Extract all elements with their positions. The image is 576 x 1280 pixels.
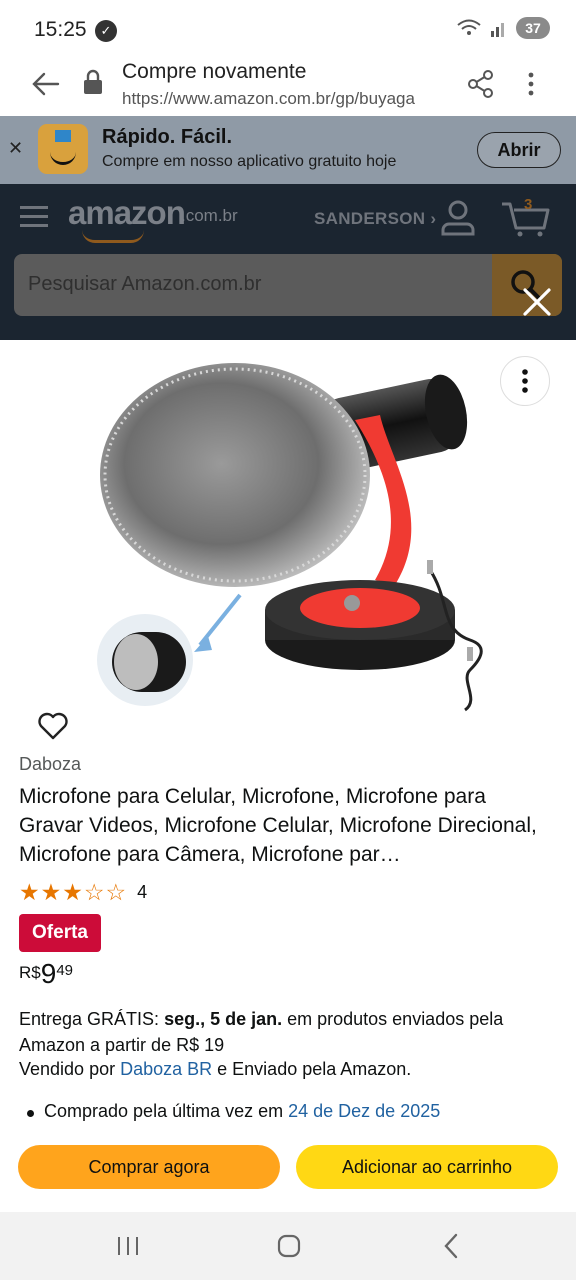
battery-indicator: 37: [516, 17, 550, 39]
product-rating[interactable]: ★★★☆☆ 4: [19, 879, 147, 906]
last-purchase-info: Comprado pela última vez em 24 de Dez de…: [26, 1101, 440, 1122]
wifi-icon: [457, 19, 481, 35]
amazon-logo[interactable]: amazon: [68, 194, 186, 232]
product-image[interactable]: [90, 360, 500, 720]
signal-icon: [491, 23, 504, 37]
sold-by-suffix: e Enviado pela Amazon.: [212, 1059, 412, 1079]
star-filled-icon: ★: [19, 879, 41, 905]
system-nav-bar: [0, 1212, 576, 1280]
notification-icon: ✓: [95, 20, 117, 42]
last-purchase-date-link[interactable]: 24 de Dez de 2025: [288, 1101, 440, 1121]
browser-toolbar: Compre novamente https://www.amazon.com.…: [0, 58, 576, 116]
logo-smile: [82, 230, 144, 243]
product-brand[interactable]: Daboza: [19, 754, 81, 775]
amazon-header: amazon .com.br SANDERSON › 3 Pesquisar A…: [0, 184, 576, 340]
close-overlay-icon[interactable]: [520, 285, 554, 319]
banner-close-icon[interactable]: ✕: [8, 138, 23, 159]
home-icon[interactable]: [277, 1234, 301, 1258]
rating-count: 4: [137, 882, 148, 902]
star-empty-icon: ☆: [105, 879, 128, 905]
recent-apps-icon[interactable]: [116, 1234, 140, 1258]
buy-now-button[interactable]: Comprar agora: [18, 1145, 280, 1189]
status-time: 15:25: [34, 18, 87, 41]
star-filled-icon: ★: [40, 879, 63, 905]
star-empty-icon: ☆: [83, 879, 106, 905]
price-fraction: 49: [56, 962, 73, 979]
hamburger-menu-icon[interactable]: [20, 204, 48, 230]
system-back-icon[interactable]: [441, 1232, 461, 1260]
back-arrow-icon[interactable]: [30, 70, 62, 98]
sold-by-info: Vendido por Daboza BR e Enviado pela Ama…: [19, 1059, 411, 1080]
star-filled-icon: ★: [62, 879, 84, 905]
amazon-app-logo: [38, 124, 88, 174]
account-link[interactable]: SANDERSON ›: [314, 209, 436, 229]
product-title[interactable]: Microfone para Celular, Microfone, Micro…: [19, 782, 549, 869]
image-options-button[interactable]: [500, 356, 550, 406]
delivery-prefix: Entrega GRÁTIS:: [19, 1009, 165, 1029]
open-app-button[interactable]: Abrir: [477, 132, 561, 168]
rating-stars: ★★★☆☆: [19, 879, 127, 906]
product-price: R$949: [19, 958, 73, 990]
last-purchase-prefix: Comprado pela última vez em: [44, 1101, 289, 1121]
share-icon[interactable]: [468, 70, 494, 98]
lock-icon[interactable]: [82, 68, 104, 96]
seller-link[interactable]: Daboza BR: [120, 1059, 212, 1079]
price-whole: 9: [40, 958, 57, 989]
user-icon[interactable]: [441, 200, 475, 236]
add-to-cart-button[interactable]: Adicionar ao carrinho: [296, 1145, 558, 1189]
heart-icon[interactable]: [37, 710, 69, 742]
status-bar: 15:25 ✓ 37: [0, 0, 576, 58]
amazon-logo-suffix: .com.br: [181, 206, 238, 225]
url-text[interactable]: https://www.amazon.com.br/gp/buyaga: [122, 89, 447, 109]
banner-title: Rápido. Fácil.: [102, 126, 233, 148]
sold-by-prefix: Vendido por: [19, 1059, 121, 1079]
deal-badge: Oferta: [19, 914, 101, 952]
delivery-date: seg., 5 de jan.: [164, 1009, 283, 1029]
price-currency: R$: [19, 963, 41, 982]
banner-subtitle: Compre em nosso aplicativo gratuito hoje: [102, 153, 397, 170]
page-title[interactable]: Compre novamente: [122, 60, 306, 84]
app-banner: ✕ Rápido. Fácil. Compre em nosso aplicat…: [0, 116, 576, 184]
search-placeholder: Pesquisar Amazon.com.br: [28, 273, 262, 295]
more-vertical-icon: [522, 369, 528, 393]
more-vertical-icon[interactable]: [520, 70, 542, 98]
search-input[interactable]: Pesquisar Amazon.com.br: [14, 254, 562, 316]
cart-count: 3: [524, 196, 533, 213]
delivery-info: Entrega GRÁTIS: seg., 5 de jan. em produ…: [19, 1006, 559, 1058]
status-icons: 37: [456, 17, 550, 39]
